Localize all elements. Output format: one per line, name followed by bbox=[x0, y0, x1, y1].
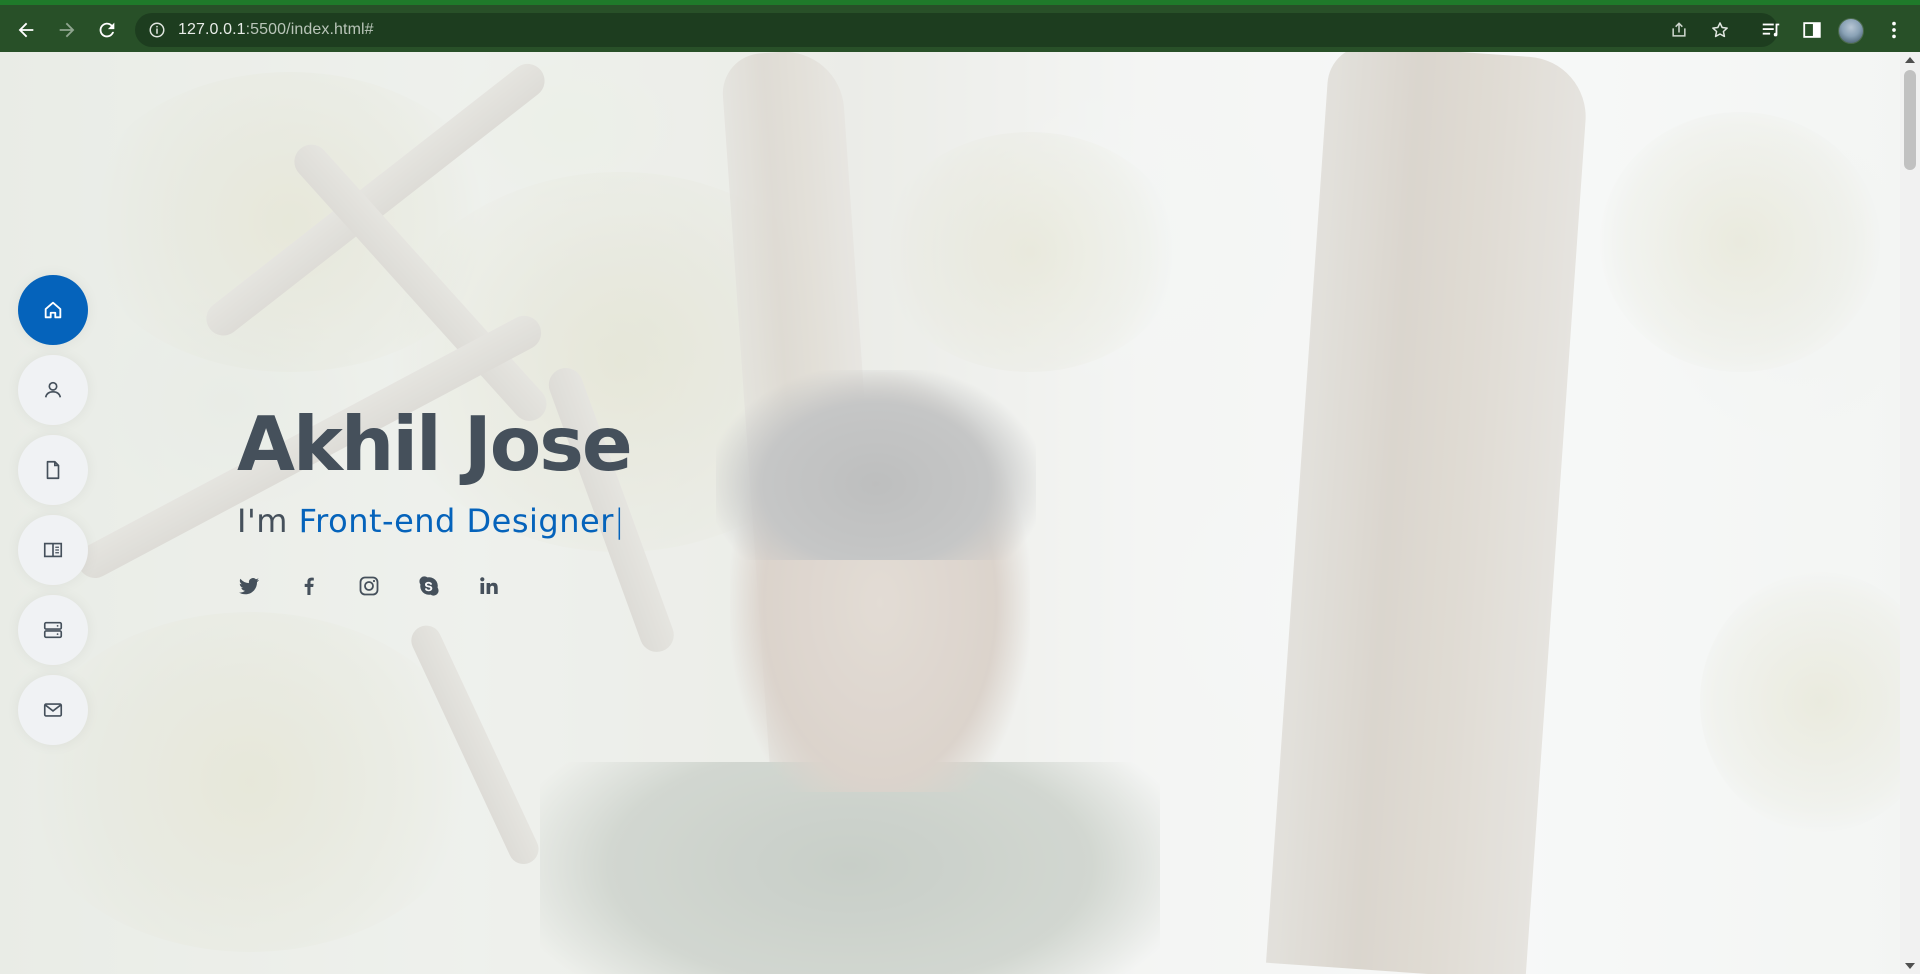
menu-icon[interactable] bbox=[1883, 19, 1905, 41]
side-navigation bbox=[18, 275, 88, 755]
scroll-down-arrow[interactable] bbox=[1905, 963, 1915, 969]
scroll-up-arrow[interactable] bbox=[1905, 57, 1915, 63]
scrollbar-thumb[interactable] bbox=[1904, 70, 1916, 170]
book-half-icon bbox=[43, 542, 63, 558]
side-panel-icon[interactable] bbox=[1801, 19, 1823, 41]
nav-home[interactable] bbox=[18, 275, 88, 345]
envelope-icon bbox=[43, 703, 63, 717]
address-bar[interactable]: 127.0.0.1:5500/index.html# bbox=[135, 13, 1778, 47]
url-text: 127.0.0.1:5500/index.html# bbox=[178, 21, 374, 38]
page-viewport: Akhil Jose I'm Front-end Designer| bbox=[0, 52, 1900, 974]
forward-icon[interactable] bbox=[52, 15, 82, 45]
nav-resume[interactable] bbox=[18, 435, 88, 505]
back-icon[interactable] bbox=[11, 15, 41, 45]
person-icon bbox=[44, 381, 62, 398]
nav-portfolio[interactable] bbox=[18, 515, 88, 585]
server-icon bbox=[43, 621, 63, 639]
reload-icon[interactable] bbox=[92, 15, 122, 45]
info-icon[interactable] bbox=[148, 21, 166, 39]
typed-cursor: | bbox=[613, 502, 626, 540]
nav-about[interactable] bbox=[18, 355, 88, 425]
skype-icon bbox=[419, 576, 439, 596]
linkedin-link[interactable] bbox=[477, 574, 501, 598]
instagram-icon bbox=[359, 576, 379, 596]
skype-link[interactable] bbox=[417, 574, 441, 598]
reading-list-icon[interactable] bbox=[1760, 19, 1782, 41]
linkedin-icon bbox=[480, 577, 498, 594]
share-icon[interactable] bbox=[1669, 20, 1689, 40]
hero-section: Akhil Jose I'm Front-end Designer| bbox=[237, 400, 633, 598]
profile-avatar[interactable] bbox=[1838, 18, 1864, 44]
nav-contact[interactable] bbox=[18, 675, 88, 745]
nav-services[interactable] bbox=[18, 595, 88, 665]
hero-name: Akhil Jose bbox=[237, 400, 633, 488]
twitter-icon bbox=[239, 578, 259, 595]
hero-intro: I'm bbox=[237, 502, 299, 540]
typed-role: Front-end Designer bbox=[298, 502, 614, 540]
twitter-link[interactable] bbox=[237, 574, 261, 598]
home-icon bbox=[44, 301, 62, 319]
social-links bbox=[237, 574, 631, 598]
hero-subtitle: I'm Front-end Designer| bbox=[237, 502, 631, 540]
vertical-scrollbar[interactable] bbox=[1900, 52, 1920, 974]
facebook-icon bbox=[304, 577, 314, 595]
browser-toolbar: 127.0.0.1:5500/index.html# bbox=[0, 0, 1920, 52]
facebook-link[interactable] bbox=[297, 574, 321, 598]
file-icon bbox=[46, 460, 60, 480]
instagram-link[interactable] bbox=[357, 574, 381, 598]
star-icon[interactable] bbox=[1710, 20, 1730, 40]
